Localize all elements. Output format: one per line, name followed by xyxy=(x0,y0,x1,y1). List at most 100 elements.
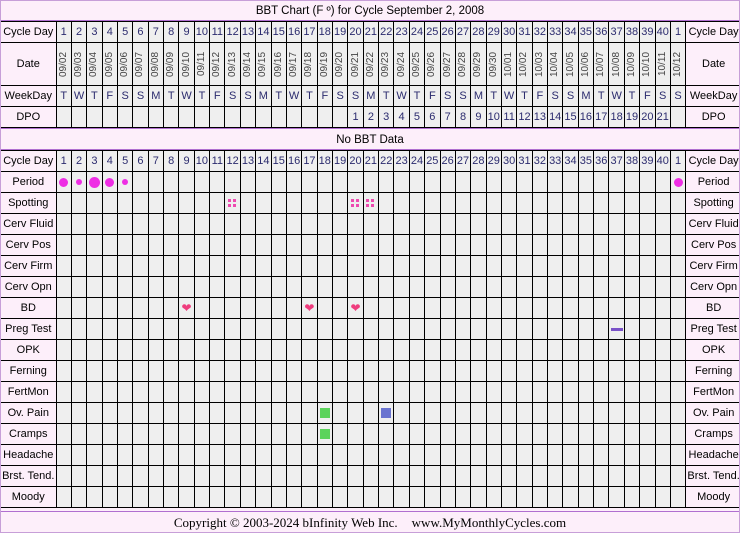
cell-opk-day-10[interactable] xyxy=(193,339,211,361)
cell-spotting-day-38[interactable] xyxy=(623,192,641,214)
cell-cerv-pos-day-29[interactable] xyxy=(485,234,502,256)
cell-preg-test-day-8[interactable] xyxy=(163,318,180,340)
cell-preg-test-day-33[interactable] xyxy=(547,318,564,340)
cell-cerv-pos-day-6[interactable] xyxy=(132,234,149,256)
cell-cerv-firm-day-31[interactable] xyxy=(516,255,533,277)
cell-brst-tend-day-37[interactable] xyxy=(608,465,625,487)
cell-ferning-day-36[interactable] xyxy=(593,360,610,382)
cell-cerv-pos-day-1[interactable] xyxy=(55,234,72,256)
cell-cramps-day-41[interactable] xyxy=(669,423,687,445)
cell-ferning-day-10[interactable] xyxy=(193,360,211,382)
cell-cramps-day-2[interactable] xyxy=(70,423,88,445)
cell-period-day-5[interactable] xyxy=(116,171,134,193)
cell-preg-test-day-23[interactable] xyxy=(393,318,410,340)
cell-headache-day-21[interactable] xyxy=(362,444,380,466)
cell-brst-tend-day-33[interactable] xyxy=(547,465,564,487)
cell-headache-day-28[interactable] xyxy=(470,444,487,466)
cell-cerv-pos-day-39[interactable] xyxy=(639,234,656,256)
cell-opk-day-22[interactable] xyxy=(378,339,395,361)
cell-cerv-pos-day-5[interactable] xyxy=(116,234,134,256)
cell-spotting-day-5[interactable] xyxy=(116,192,134,214)
cell-cerv-firm-day-28[interactable] xyxy=(470,255,487,277)
cell-ov-pain-day-29[interactable] xyxy=(485,402,502,424)
cell-spotting-day-23[interactable] xyxy=(393,192,410,214)
cell-fertmon-day-18[interactable] xyxy=(316,381,333,403)
cell-bd-day-14[interactable] xyxy=(255,297,272,319)
cell-headache-day-16[interactable] xyxy=(285,444,303,466)
cell-period-day-7[interactable] xyxy=(147,171,165,193)
cell-bd-day-1[interactable] xyxy=(55,297,72,319)
cell-fertmon-day-1[interactable] xyxy=(55,381,72,403)
cell-brst-tend-day-29[interactable] xyxy=(485,465,502,487)
cell-period-day-21[interactable] xyxy=(362,171,380,193)
cell-cerv-firm-day-6[interactable] xyxy=(132,255,149,277)
cell-period-day-17[interactable] xyxy=(301,171,318,193)
cell-ferning-day-34[interactable] xyxy=(562,360,579,382)
cell-cerv-firm-day-1[interactable] xyxy=(55,255,72,277)
cell-cerv-firm-day-29[interactable] xyxy=(485,255,502,277)
cell-ov-pain-day-11[interactable] xyxy=(209,402,226,424)
period-dot-medium[interactable] xyxy=(673,177,683,187)
cell-brst-tend-day-19[interactable] xyxy=(331,465,349,487)
cell-cerv-firm-day-35[interactable] xyxy=(577,255,595,277)
cell-opk-day-13[interactable] xyxy=(239,339,257,361)
cell-moody-day-39[interactable] xyxy=(639,486,656,508)
cell-ov-pain-day-28[interactable] xyxy=(470,402,487,424)
cell-cerv-pos-day-9[interactable] xyxy=(178,234,195,256)
cell-cerv-firm-day-20[interactable] xyxy=(347,255,364,277)
cell-fertmon-day-31[interactable] xyxy=(516,381,533,403)
cell-opk-day-11[interactable] xyxy=(209,339,226,361)
cell-headache-day-24[interactable] xyxy=(408,444,426,466)
cell-cerv-opn-day-14[interactable] xyxy=(255,276,272,298)
cell-spotting-day-24[interactable] xyxy=(408,192,426,214)
cell-period-day-3[interactable] xyxy=(86,171,103,193)
cell-brst-tend-day-20[interactable] xyxy=(347,465,364,487)
cell-cramps-day-12[interactable] xyxy=(224,423,241,445)
cell-period-day-18[interactable] xyxy=(316,171,333,193)
cell-cerv-opn-day-33[interactable] xyxy=(547,276,564,298)
cell-headache-day-36[interactable] xyxy=(593,444,610,466)
cell-ov-pain-day-3[interactable] xyxy=(86,402,103,424)
cell-ferning-day-11[interactable] xyxy=(209,360,226,382)
cell-cerv-opn-day-18[interactable] xyxy=(316,276,333,298)
cell-fertmon-day-27[interactable] xyxy=(454,381,472,403)
cell-cerv-firm-day-21[interactable] xyxy=(362,255,380,277)
cell-cerv-pos-day-15[interactable] xyxy=(270,234,287,256)
cell-period-day-33[interactable] xyxy=(547,171,564,193)
cell-ferning-day-17[interactable] xyxy=(301,360,318,382)
cell-cerv-pos-day-24[interactable] xyxy=(408,234,426,256)
cell-ov-pain-day-5[interactable] xyxy=(116,402,134,424)
cell-headache-day-9[interactable] xyxy=(178,444,195,466)
cell-cerv-opn-day-4[interactable] xyxy=(101,276,118,298)
cell-ov-pain-day-26[interactable] xyxy=(439,402,456,424)
cell-cerv-opn-day-17[interactable] xyxy=(301,276,318,298)
cell-period-day-12[interactable] xyxy=(224,171,241,193)
cell-cramps-day-40[interactable] xyxy=(654,423,671,445)
cell-spotting-day-14[interactable] xyxy=(255,192,272,214)
cell-period-day-26[interactable] xyxy=(439,171,456,193)
cell-cerv-firm-day-9[interactable] xyxy=(178,255,195,277)
cell-cerv-pos-day-35[interactable] xyxy=(577,234,595,256)
cell-cerv-opn-day-26[interactable] xyxy=(439,276,456,298)
cell-cerv-opn-day-22[interactable] xyxy=(378,276,395,298)
cell-cerv-pos-day-10[interactable] xyxy=(193,234,211,256)
cell-bd-day-8[interactable] xyxy=(163,297,180,319)
cell-cerv-pos-day-18[interactable] xyxy=(316,234,333,256)
cell-preg-test-day-7[interactable] xyxy=(147,318,165,340)
cell-ov-pain-day-14[interactable] xyxy=(255,402,272,424)
cell-brst-tend-day-13[interactable] xyxy=(239,465,257,487)
cell-cerv-pos-day-23[interactable] xyxy=(393,234,410,256)
cell-cramps-day-22[interactable] xyxy=(378,423,395,445)
cell-cramps-day-32[interactable] xyxy=(531,423,549,445)
cell-period-day-11[interactable] xyxy=(209,171,226,193)
cell-bd-day-17[interactable]: ❤ xyxy=(301,297,318,319)
cell-ferning-day-28[interactable] xyxy=(470,360,487,382)
cell-cramps-day-8[interactable] xyxy=(163,423,180,445)
cell-brst-tend-day-22[interactable] xyxy=(378,465,395,487)
cell-moody-day-33[interactable] xyxy=(547,486,564,508)
cell-ferning-day-24[interactable] xyxy=(408,360,426,382)
cell-cerv-opn-day-13[interactable] xyxy=(239,276,257,298)
cell-moody-day-28[interactable] xyxy=(470,486,487,508)
cell-cerv-opn-day-28[interactable] xyxy=(470,276,487,298)
cell-cerv-fluid-day-13[interactable] xyxy=(239,213,257,235)
